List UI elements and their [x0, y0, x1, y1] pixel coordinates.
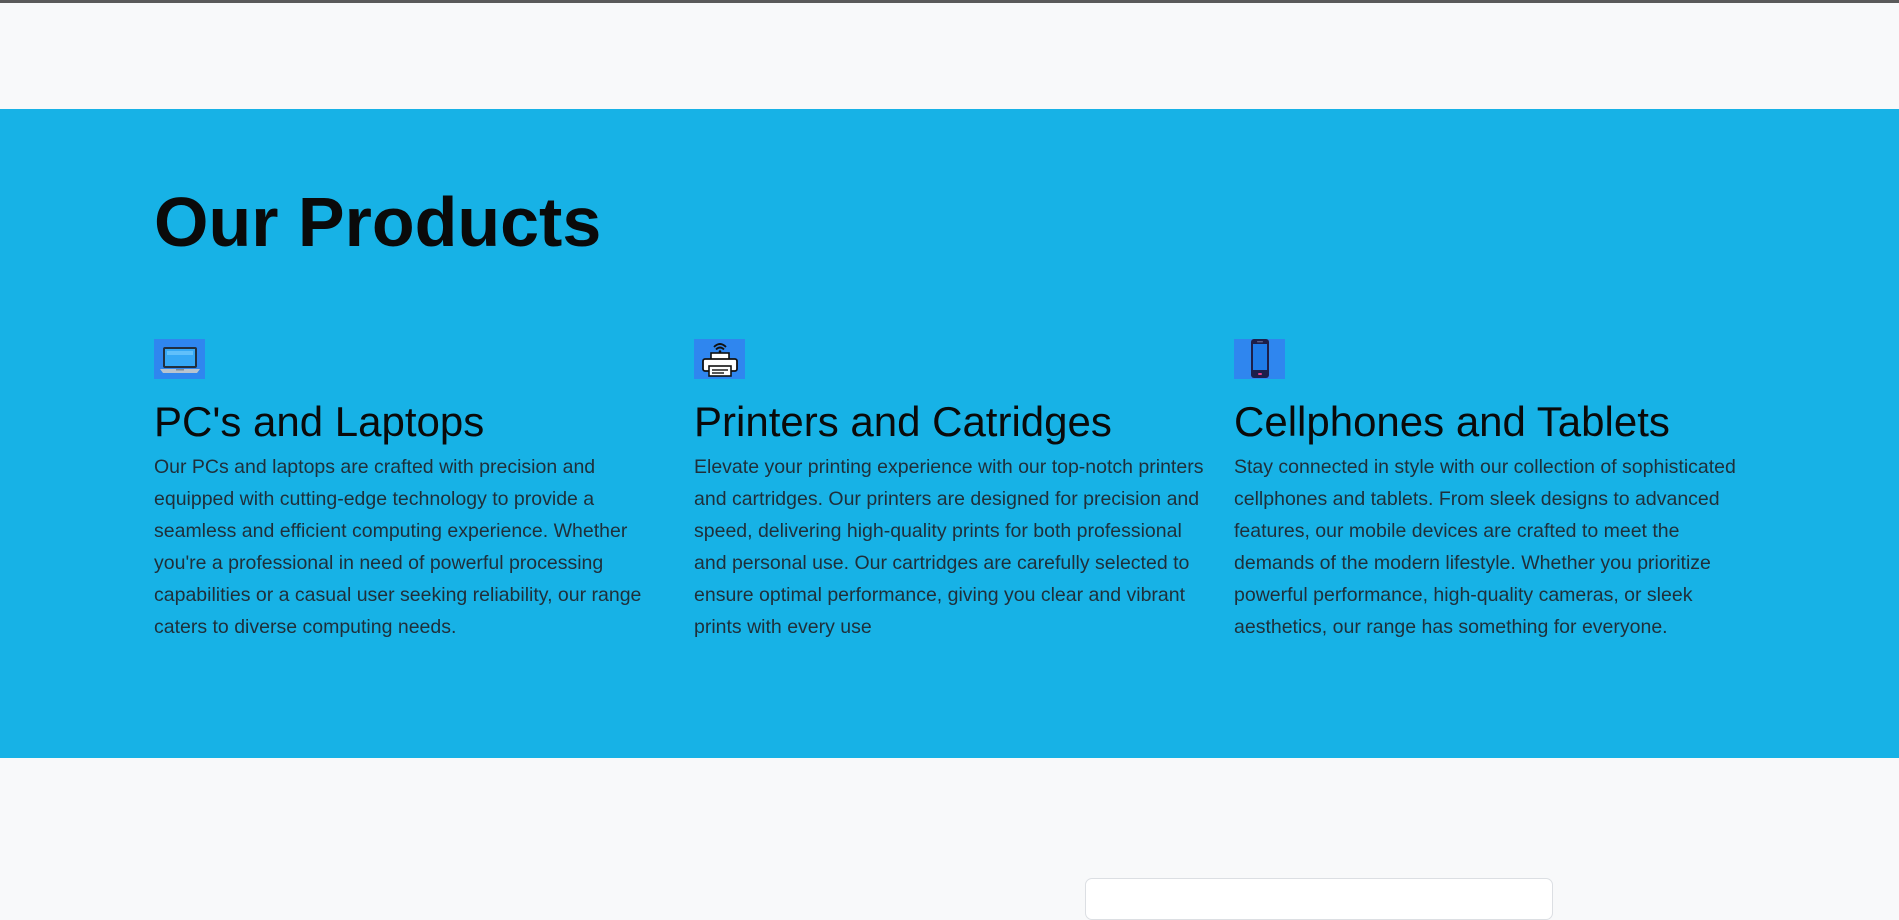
- product-card-cellphones-tablets: Cellphones and Tablets Stay connected in…: [1234, 339, 1744, 643]
- products-title: Our Products: [154, 183, 602, 261]
- product-card-pcs-laptops: PC's and Laptops Our PCs and laptops are…: [154, 339, 664, 643]
- product-card-title: Cellphones and Tablets: [1234, 398, 1670, 445]
- product-card-title: Printers and Catridges: [694, 398, 1112, 445]
- top-section: [0, 3, 1899, 109]
- printer-icon: [694, 339, 745, 379]
- product-card-description: Elevate your printing experience with ou…: [694, 456, 1204, 639]
- product-card-title: PC's and Laptops: [154, 398, 485, 445]
- product-card-printers: Printers and Catridges Elevate your prin…: [694, 339, 1204, 643]
- product-card-description: Stay connected in style with our collect…: [1234, 456, 1736, 639]
- content-card: [1085, 878, 1553, 920]
- bottom-section: [0, 758, 1899, 910]
- laptop-icon: [154, 339, 205, 379]
- tablet-icon: [1234, 339, 1285, 379]
- product-card-description: Our PCs and laptops are crafted with pre…: [154, 456, 642, 639]
- products-section: Our Products PC's and Laptops Our PCs an…: [0, 109, 1899, 758]
